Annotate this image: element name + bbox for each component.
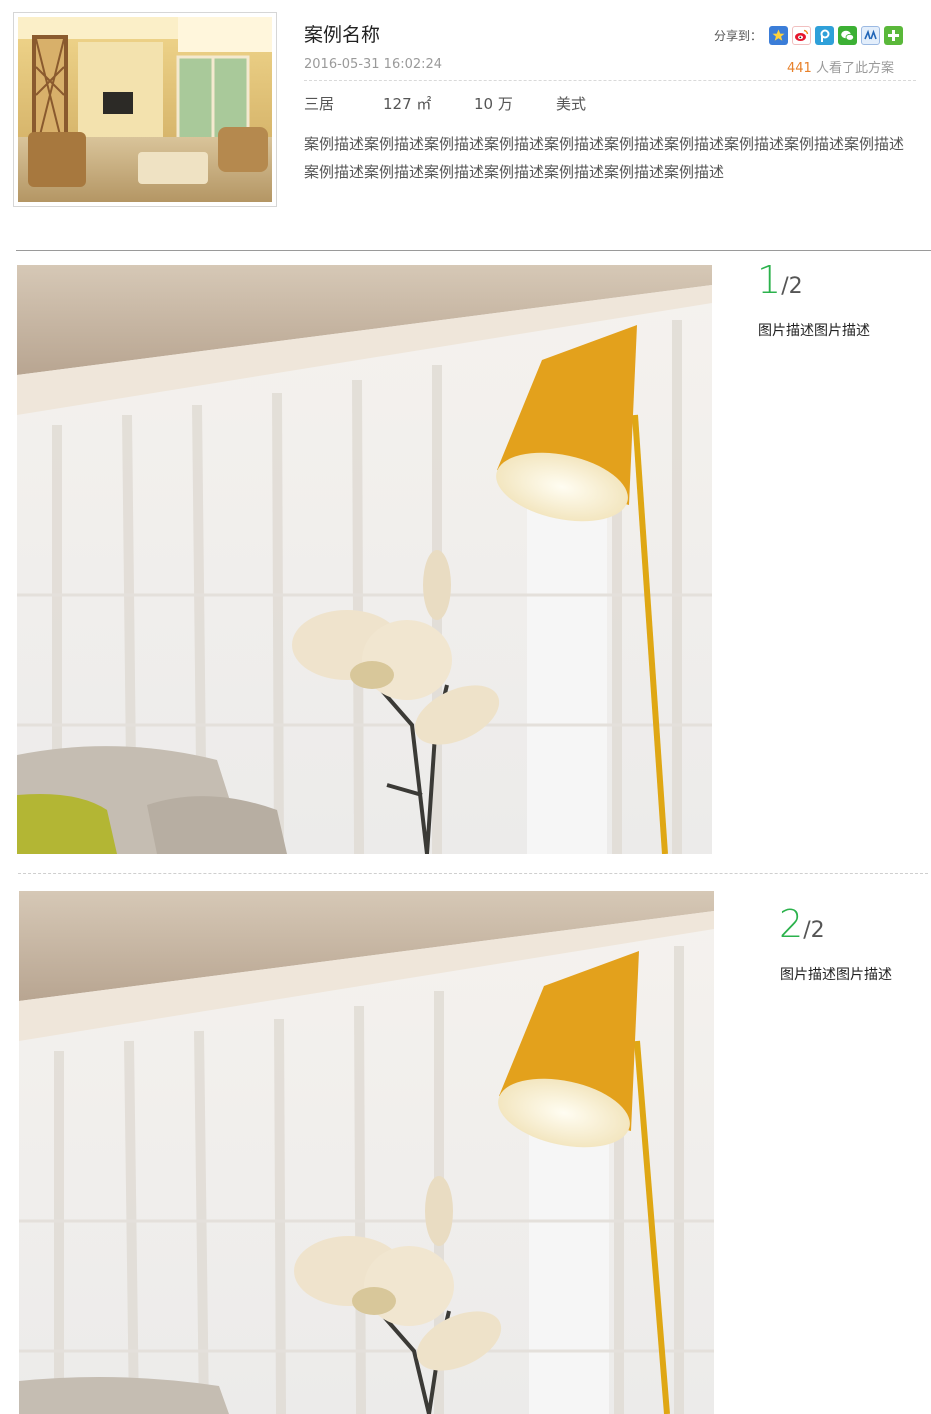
share-label: 分享到：: [714, 29, 763, 43]
weibo-icon[interactable]: [792, 26, 812, 45]
share-bar: 分享到：: [714, 26, 907, 45]
image-counter-total: /2: [781, 274, 803, 299]
case-layout: 三居: [304, 95, 335, 113]
renren-icon[interactable]: [861, 26, 881, 45]
wechat-icon[interactable]: [838, 26, 858, 45]
image-counter-current: 2: [779, 902, 804, 946]
image-counter-current: 1: [757, 258, 782, 302]
more-icon[interactable]: [884, 26, 904, 45]
image-divider: [18, 873, 928, 874]
case-thumbnail-image[interactable]: [18, 17, 272, 202]
case-thumbnail-frame: [13, 12, 277, 207]
case-title: 案例名称: [304, 24, 381, 46]
qzone-icon[interactable]: [769, 26, 789, 45]
case-style: 美式: [556, 95, 587, 113]
image-counter-2: 2/2: [779, 902, 825, 946]
view-count: 441 人看了此方案: [787, 57, 894, 76]
section-divider: [16, 250, 931, 251]
tencent-weibo-icon[interactable]: [815, 26, 835, 45]
image-counter-1: 1/2: [757, 258, 803, 302]
header-divider: [304, 80, 916, 81]
image-caption-2: 图片描述图片描述: [780, 967, 892, 983]
case-photo-2[interactable]: [19, 891, 714, 1414]
view-count-number: 441: [787, 61, 812, 76]
case-area: 127 ㎡: [383, 95, 432, 113]
image-counter-total: /2: [803, 918, 825, 943]
case-date: 2016-05-31 16:02:24: [304, 57, 443, 72]
case-description: 案例描述案例描述案例描述案例描述案例描述案例描述案例描述案例描述案例描述案例描述…: [304, 135, 905, 181]
case-photo-1[interactable]: [17, 265, 712, 854]
view-count-label: 人看了此方案: [815, 61, 894, 76]
case-budget: 10 万: [474, 95, 513, 113]
image-caption-1: 图片描述图片描述: [758, 323, 870, 339]
